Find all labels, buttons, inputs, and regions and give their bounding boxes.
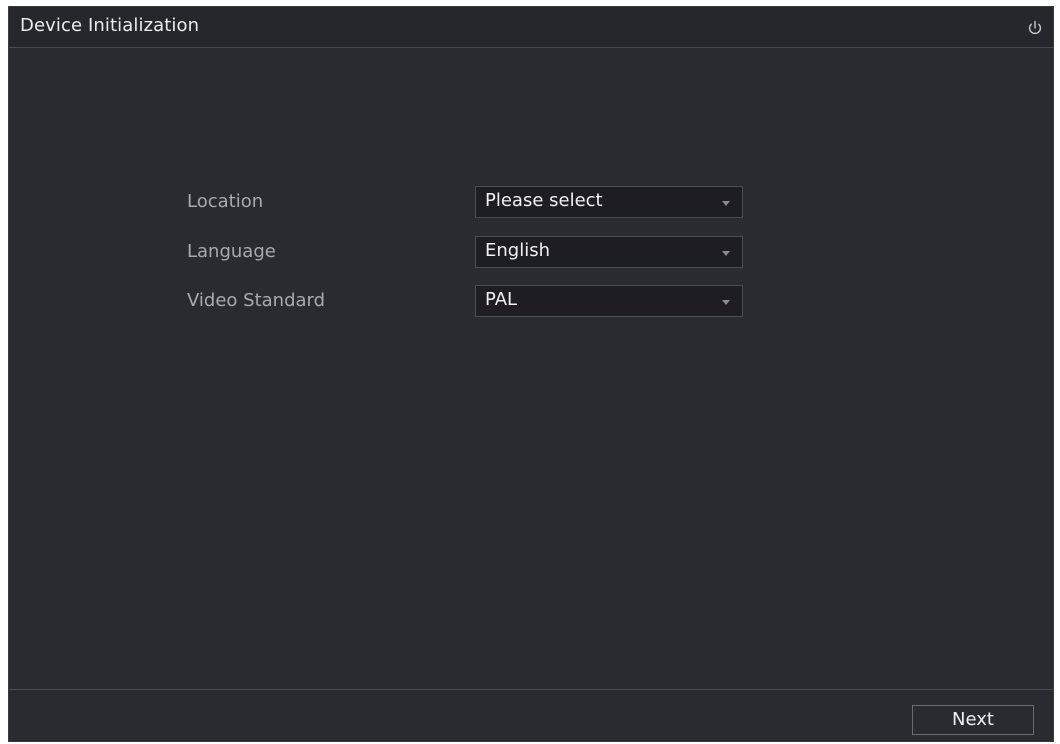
caret-down-icon xyxy=(722,201,730,206)
video-standard-select-value: PAL xyxy=(485,289,518,310)
video-standard-select[interactable]: PAL xyxy=(475,285,743,317)
next-button[interactable]: Next xyxy=(912,705,1034,735)
caret-down-icon xyxy=(722,251,730,256)
device-initialization-window: Device Initialization Location Please se… xyxy=(8,6,1054,742)
location-select[interactable]: Please select xyxy=(475,186,743,218)
power-icon xyxy=(1028,20,1042,35)
language-label: Language xyxy=(187,241,276,262)
window-title: Device Initialization xyxy=(20,15,200,36)
footer-divider xyxy=(9,689,1053,690)
location-label: Location xyxy=(187,191,264,212)
language-select-value: English xyxy=(485,240,550,261)
language-select[interactable]: English xyxy=(475,236,743,268)
location-row: Location Please select xyxy=(187,186,747,220)
language-row: Language English xyxy=(187,236,747,270)
location-select-value: Please select xyxy=(485,190,603,211)
video-standard-label: Video Standard xyxy=(187,290,326,311)
title-bar: Device Initialization xyxy=(9,7,1053,48)
caret-down-icon xyxy=(722,300,730,305)
power-button[interactable] xyxy=(1025,18,1045,38)
video-standard-row: Video Standard PAL xyxy=(187,285,747,319)
